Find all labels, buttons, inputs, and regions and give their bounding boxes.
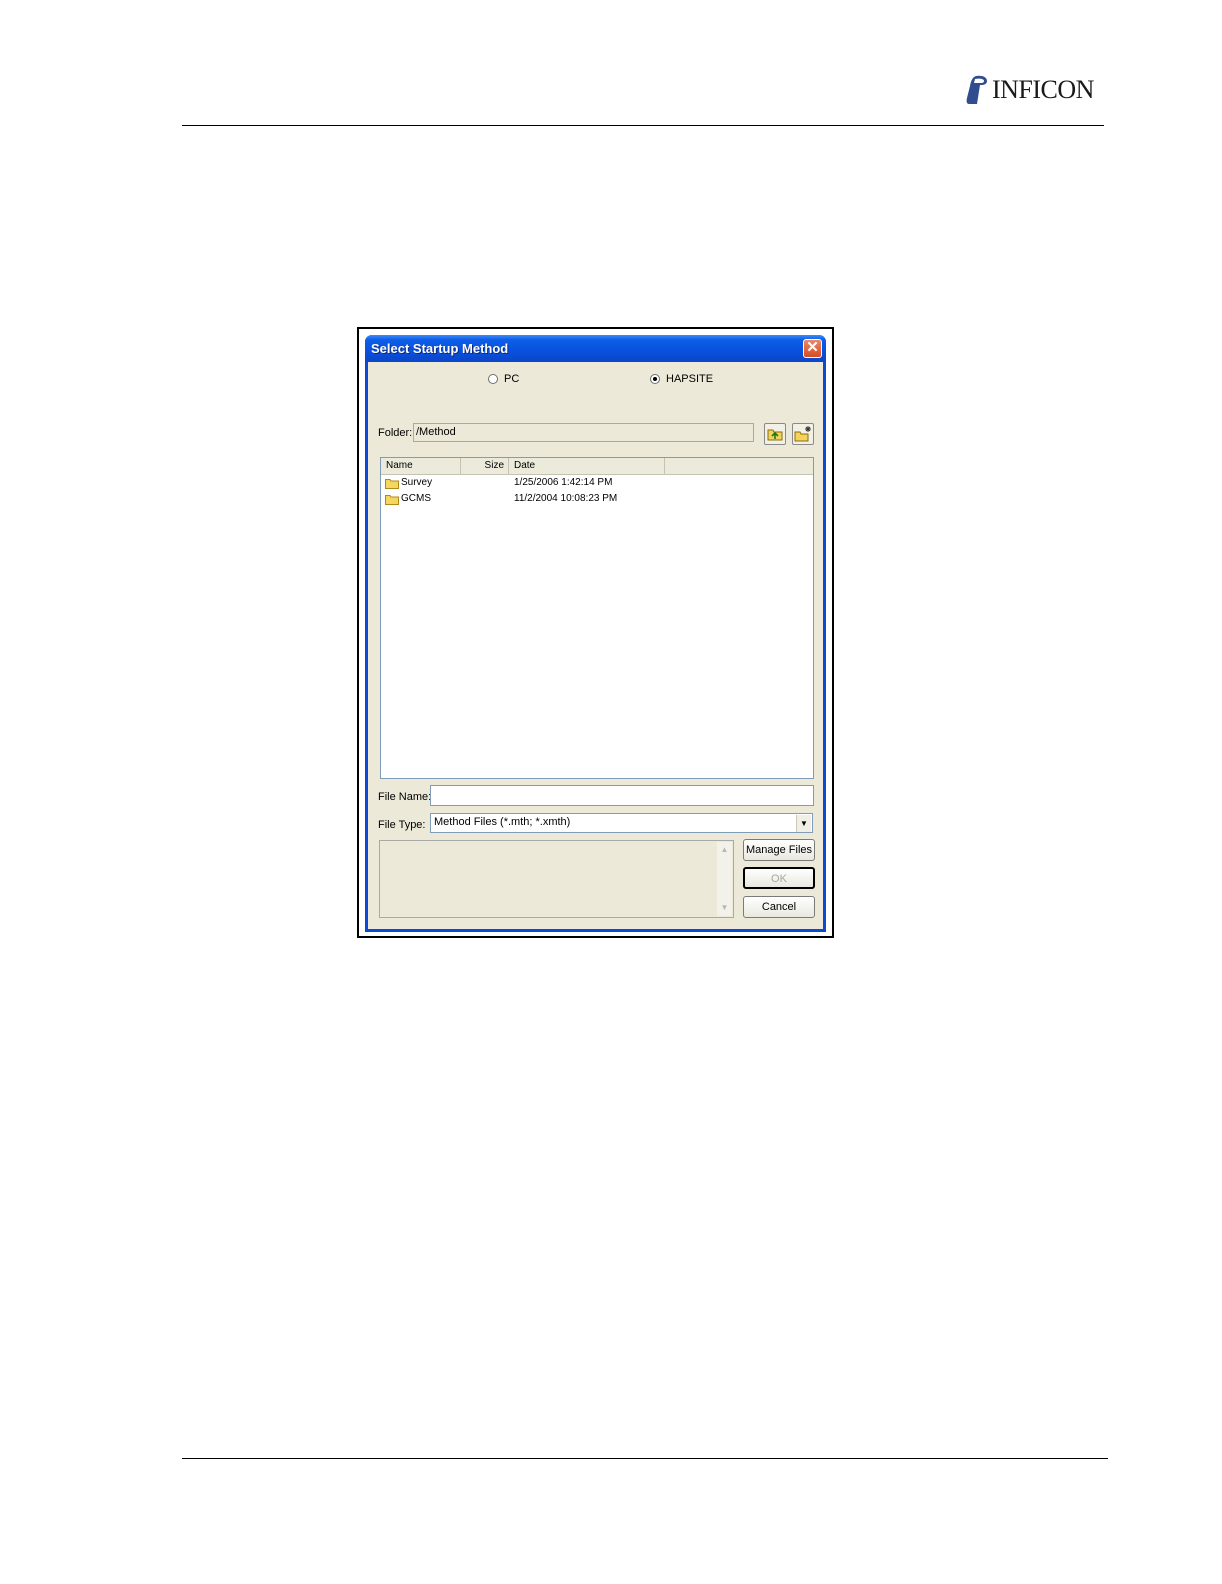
- list-item-name-text: Survey: [401, 477, 433, 488]
- footer-rule: [182, 1458, 1108, 1459]
- ok-button[interactable]: OK: [743, 867, 815, 889]
- list-item-name: Survey: [385, 475, 432, 491]
- file-name-input[interactable]: [430, 785, 814, 806]
- up-folder-button[interactable]: [764, 423, 786, 445]
- folder-field: /Method: [413, 423, 754, 442]
- radio-hapsite-label: HAPSITE: [666, 373, 714, 385]
- file-type-value: Method Files (*.mth; *.xmth): [434, 816, 571, 828]
- scroll-up-icon[interactable]: ▲: [719, 845, 730, 855]
- inficon-logo-icon: [966, 75, 987, 104]
- header-rule: [182, 125, 1104, 126]
- list-item[interactable]: GCMS 11/2/2004 10:08:23 PM: [381, 491, 813, 507]
- scroll-down-icon[interactable]: ▼: [719, 903, 730, 913]
- manage-files-button[interactable]: Manage Files: [743, 839, 815, 861]
- file-type-label: File Type:: [378, 819, 426, 831]
- folder-label: Folder:: [378, 427, 413, 439]
- select-startup-method-dialog: Select Startup Method ✕ PC HAPSITE Folde…: [365, 335, 826, 932]
- description-box: ▲ ▼: [379, 840, 734, 918]
- close-button[interactable]: ✕: [803, 339, 822, 358]
- file-type-select[interactable]: Method Files (*.mth; *.xmth) ▼: [430, 813, 813, 833]
- folder-icon: [385, 494, 399, 505]
- radio-hapsite-indicator[interactable]: [650, 374, 660, 384]
- list-item-date: 11/2/2004 10:08:23 PM: [514, 493, 618, 504]
- radio-pc-label: PC: [504, 373, 520, 385]
- list-header: Name Size Date: [381, 458, 813, 475]
- dialog-title: Select Startup Method: [371, 341, 509, 356]
- new-folder-icon: [794, 426, 811, 442]
- column-header-size[interactable]: Size: [461, 458, 509, 474]
- chevron-down-icon[interactable]: ▼: [796, 815, 811, 832]
- file-name-label: File Name:: [378, 791, 432, 803]
- cancel-button[interactable]: Cancel: [743, 896, 815, 918]
- column-header-date[interactable]: Date: [509, 458, 665, 474]
- close-icon: ✕: [806, 339, 819, 356]
- radio-pc[interactable]: PC: [488, 373, 519, 385]
- brand-name: INFICON: [992, 75, 1094, 104]
- up-folder-icon: [767, 429, 783, 441]
- title-bar[interactable]: Select Startup Method ✕: [365, 335, 826, 362]
- description-scrollbar[interactable]: ▲ ▼: [717, 842, 732, 916]
- radio-hapsite[interactable]: HAPSITE: [650, 373, 713, 385]
- radio-pc-indicator[interactable]: [488, 374, 498, 384]
- list-item[interactable]: Survey 1/25/2006 1:42:14 PM: [381, 475, 813, 491]
- file-list[interactable]: Name Size Date Survey 1/25/2006 1:42:14 …: [380, 457, 814, 779]
- list-item-name-text: GCMS: [401, 493, 431, 504]
- column-header-name[interactable]: Name: [381, 458, 461, 474]
- list-item-name: GCMS: [385, 491, 431, 507]
- folder-icon: [385, 478, 399, 489]
- list-item-date: 1/25/2006 1:42:14 PM: [514, 477, 613, 488]
- dialog-client-area: PC HAPSITE Folder: /Method Name Size Dat…: [368, 362, 823, 929]
- new-folder-button[interactable]: [792, 423, 814, 445]
- inficon-logo: INFICON: [966, 74, 1094, 106]
